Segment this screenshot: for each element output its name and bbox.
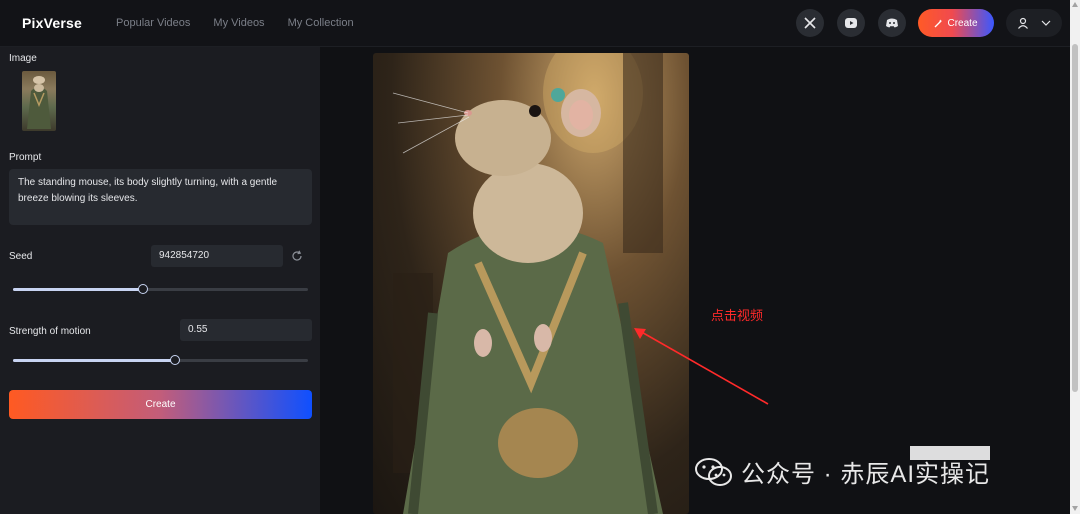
watermark: 公众号 · 赤辰AI实操记 xyxy=(695,454,990,489)
seed-slider-handle[interactable] xyxy=(137,284,148,294)
header-create-label: Create xyxy=(947,17,978,29)
seed-slider[interactable] xyxy=(13,284,308,294)
motion-slider-handle[interactable] xyxy=(170,355,181,365)
logo[interactable]: PixVerse xyxy=(22,15,82,31)
watermark-text: 公众号 · 赤辰AI实操记 xyxy=(741,461,991,488)
annotation-text: 点击视频 xyxy=(711,308,764,323)
page: PixVerse Popular Videos My Videos My Col… xyxy=(0,0,1080,514)
image-thumbnail[interactable] xyxy=(22,71,56,131)
user-icon xyxy=(1018,17,1028,29)
main-nav: Popular Videos My Videos My Collection xyxy=(116,17,354,29)
wechat-icon xyxy=(695,457,732,486)
settings-panel: Image Prompt The standing mouse, its bod… xyxy=(0,47,320,514)
annotation-arrow xyxy=(634,328,769,405)
seed-slider-fill xyxy=(13,288,143,291)
wand-icon xyxy=(935,19,943,27)
scroll-up-icon[interactable] xyxy=(1072,2,1078,7)
generated-image[interactable] xyxy=(373,53,689,514)
scrollbar-thumb[interactable] xyxy=(1072,44,1078,392)
chevron-down-icon xyxy=(1041,20,1051,26)
create-button[interactable]: Create xyxy=(9,390,312,419)
mouse-in-robe-image xyxy=(392,53,663,514)
motion-slider-fill xyxy=(13,359,176,362)
top-bar: PixVerse Popular Videos My Videos My Col… xyxy=(0,0,1070,47)
motion-label: Strength of motion xyxy=(9,326,91,337)
image-label: Image xyxy=(9,53,37,64)
motion-slider[interactable] xyxy=(13,355,308,365)
prompt-textarea[interactable]: The standing mouse, its body slightly tu… xyxy=(9,169,312,225)
x-icon xyxy=(804,17,816,29)
page-scrollbar[interactable] xyxy=(1070,0,1080,514)
prompt-label: Prompt xyxy=(9,152,42,163)
header-create-button[interactable]: Create xyxy=(918,9,994,37)
create-button-label: Create xyxy=(145,399,176,410)
nav-my-videos[interactable]: My Videos xyxy=(213,17,264,29)
nav-popular-videos[interactable]: Popular Videos xyxy=(116,17,190,29)
seed-input[interactable]: 942854720 xyxy=(151,245,283,267)
motion-input[interactable]: 0.55 xyxy=(180,319,312,341)
discord-button[interactable] xyxy=(878,9,906,37)
discord-icon xyxy=(886,18,898,28)
user-menu-button[interactable] xyxy=(1006,9,1062,37)
refresh-icon[interactable] xyxy=(291,250,303,262)
nav-my-collection[interactable]: My Collection xyxy=(288,17,354,29)
scroll-down-icon[interactable] xyxy=(1072,506,1078,511)
preview-area xyxy=(320,47,1070,514)
seed-label: Seed xyxy=(9,251,33,262)
x-twitter-button[interactable] xyxy=(796,9,824,37)
mouse-thumbnail-image xyxy=(27,76,51,129)
youtube-icon xyxy=(845,18,857,28)
youtube-button[interactable] xyxy=(837,9,865,37)
